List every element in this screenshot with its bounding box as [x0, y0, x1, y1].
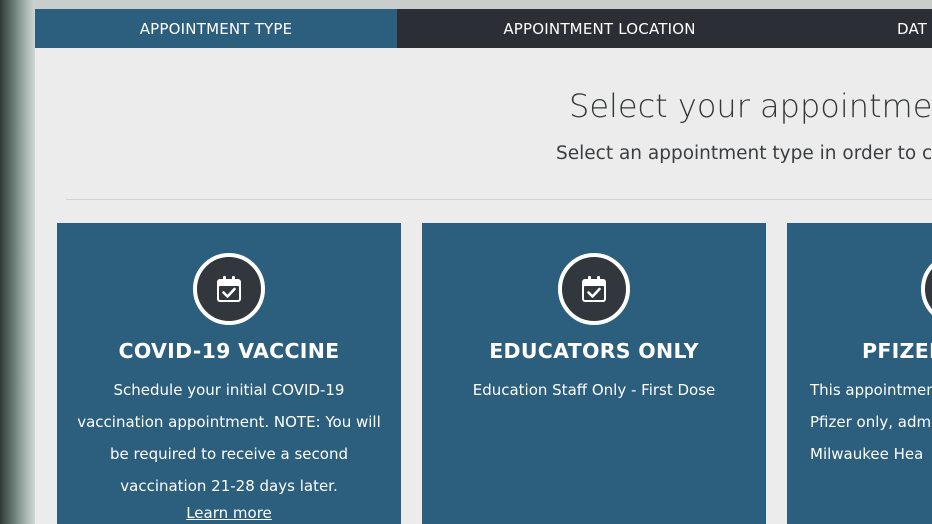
divider: [66, 199, 932, 200]
card-description-line: Milwaukee Hea: [810, 445, 924, 463]
calendar-check-icon: [558, 253, 630, 325]
monitor-bezel: [0, 0, 35, 524]
card-description: This appointmen Pfizer only, adm Milwauk…: [810, 374, 932, 470]
card-description: Education Staff Only - First Dose: [472, 381, 716, 399]
step-tabs: APPOINTMENT TYPE APPOINTMENT LOCATION DA…: [35, 9, 932, 48]
page-title: Select your appointment t: [569, 87, 932, 125]
page-subtitle: Select an appointment type in order to c…: [556, 143, 932, 164]
card-description-line: Pfizer only, adm: [810, 413, 932, 431]
card-description: Schedule your initial COVID-19 vaccinati…: [77, 381, 381, 495]
browser-viewport: APPOINTMENT TYPE APPOINTMENT LOCATION DA…: [35, 9, 932, 524]
calendar-check-icon: [193, 253, 265, 325]
card-title: COVID-19 VACCINE: [118, 339, 340, 363]
calendar-check-icon: [921, 253, 932, 325]
appointment-type-card-educators-only[interactable]: EDUCATORS ONLY Education Staff Only - Fi…: [422, 223, 766, 524]
card-description-line: This appointmen: [810, 381, 932, 399]
card-title: PFIZER: [862, 339, 932, 363]
appointment-type-card-pfizer[interactable]: PFIZER This appointmen Pfizer only, adm …: [787, 223, 932, 524]
monitor-top-edge: [0, 0, 932, 9]
tab-appointment-type[interactable]: APPOINTMENT TYPE: [35, 9, 397, 48]
card-title: EDUCATORS ONLY: [489, 339, 699, 363]
tab-appointment-location[interactable]: APPOINTMENT LOCATION: [397, 9, 802, 48]
appointment-type-card-covid-vaccine[interactable]: COVID-19 VACCINE Schedule your initial C…: [57, 223, 401, 524]
tab-date[interactable]: DAT: [897, 9, 932, 48]
learn-more-link[interactable]: Learn more: [57, 504, 401, 522]
